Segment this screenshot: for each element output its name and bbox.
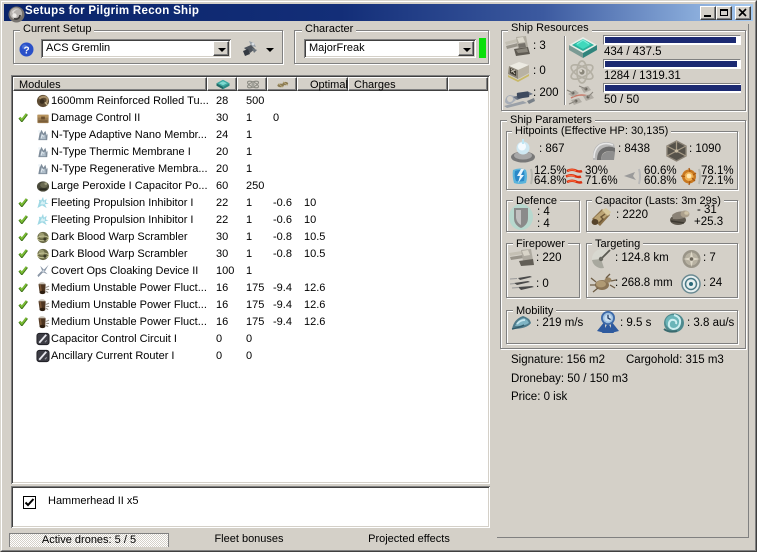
- svg-text:?: ?: [23, 46, 29, 57]
